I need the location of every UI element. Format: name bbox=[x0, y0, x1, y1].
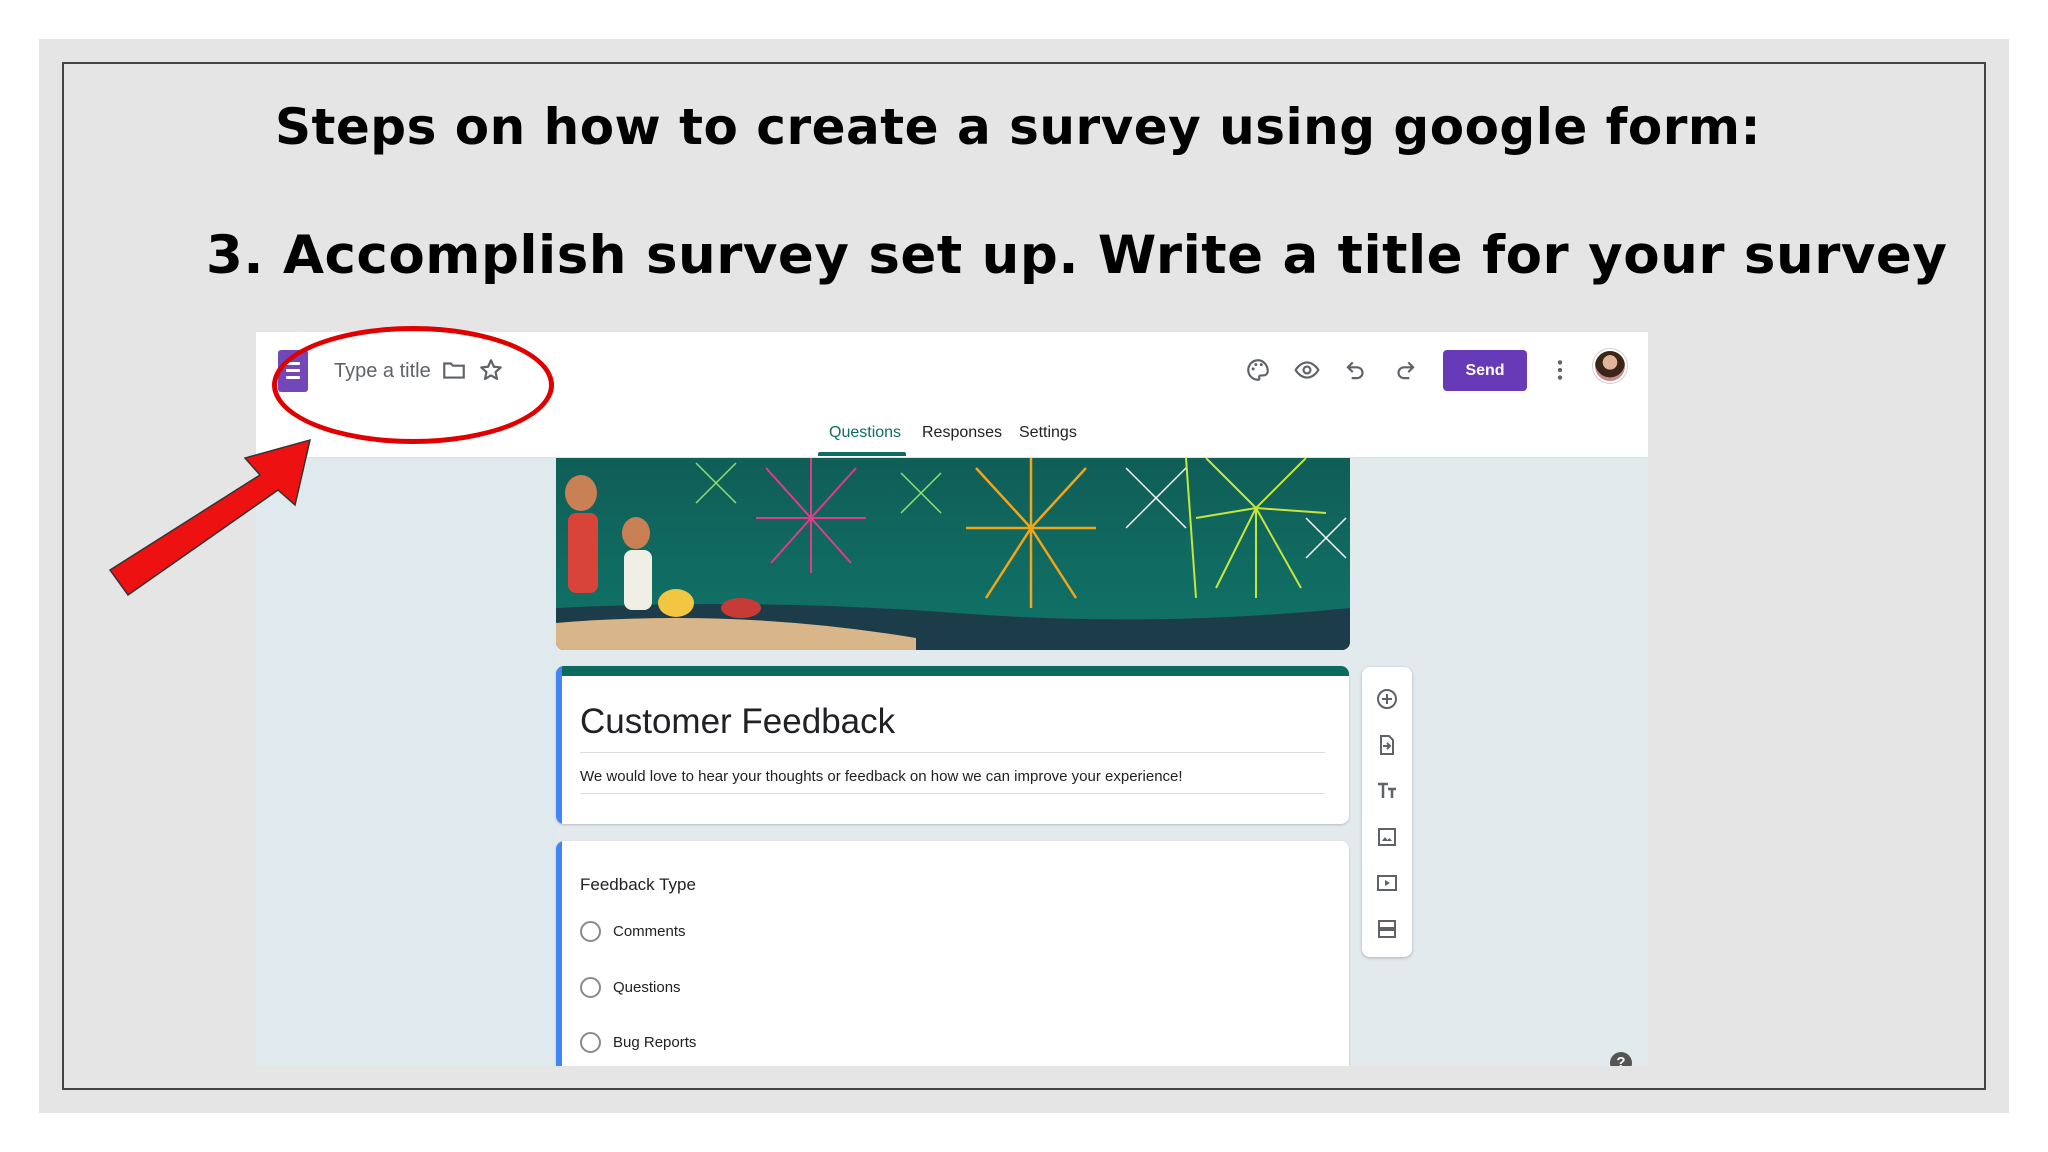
selection-bar bbox=[556, 666, 562, 824]
tab-responses[interactable]: Responses bbox=[918, 424, 1006, 442]
highlight-ellipse bbox=[272, 326, 554, 444]
form-title-card[interactable]: Customer Feedback We would love to hear … bbox=[556, 666, 1349, 824]
question-card[interactable]: Feedback Type Comments Questions Bug Rep… bbox=[556, 841, 1349, 1066]
add-question-icon[interactable] bbox=[1374, 686, 1400, 712]
pointer-arrow-icon bbox=[108, 438, 312, 597]
undo-icon[interactable] bbox=[1342, 356, 1370, 384]
avatar[interactable] bbox=[1593, 349, 1627, 383]
add-section-icon[interactable] bbox=[1374, 916, 1400, 942]
form-title[interactable]: Customer Feedback bbox=[580, 702, 895, 742]
add-title-icon[interactable] bbox=[1374, 778, 1400, 804]
radio-icon[interactable] bbox=[580, 920, 601, 942]
theme-bar bbox=[556, 666, 1349, 676]
add-image-icon[interactable] bbox=[1374, 824, 1400, 850]
radio-icon[interactable] bbox=[580, 976, 601, 998]
option-comments[interactable]: Comments bbox=[580, 920, 686, 942]
selection-bar bbox=[556, 841, 562, 1066]
option-questions[interactable]: Questions bbox=[580, 976, 681, 998]
google-forms-screenshot: Type a title Send Questions Responses Se… bbox=[256, 332, 1648, 1066]
redo-icon[interactable] bbox=[1391, 356, 1419, 384]
slide-subtitle: 3. Accomplish survey set up. Write a tit… bbox=[206, 225, 1948, 286]
more-icon[interactable] bbox=[1546, 356, 1574, 384]
option-bug-reports[interactable]: Bug Reports bbox=[580, 1031, 696, 1053]
divider bbox=[580, 793, 1325, 794]
slide-title: Steps on how to create a survey using go… bbox=[274, 98, 1762, 156]
active-tab-indicator bbox=[818, 452, 906, 456]
preview-icon[interactable] bbox=[1293, 356, 1321, 384]
form-header-image bbox=[556, 458, 1350, 650]
help-icon[interactable]: ? bbox=[1610, 1052, 1632, 1066]
radio-icon[interactable] bbox=[580, 1031, 601, 1053]
option-label: Comments bbox=[613, 922, 686, 940]
option-label: Questions bbox=[613, 978, 681, 996]
floating-toolbar bbox=[1362, 667, 1412, 957]
add-video-icon[interactable] bbox=[1374, 870, 1400, 896]
option-label: Bug Reports bbox=[613, 1033, 697, 1051]
divider bbox=[580, 752, 1325, 753]
tab-settings[interactable]: Settings bbox=[1015, 424, 1081, 442]
send-button[interactable]: Send bbox=[1443, 350, 1527, 391]
import-questions-icon[interactable] bbox=[1374, 732, 1400, 758]
palette-icon[interactable] bbox=[1244, 356, 1272, 384]
question-title[interactable]: Feedback Type bbox=[580, 875, 696, 895]
tab-questions[interactable]: Questions bbox=[825, 424, 905, 442]
form-description[interactable]: We would love to hear your thoughts or f… bbox=[580, 768, 1183, 785]
